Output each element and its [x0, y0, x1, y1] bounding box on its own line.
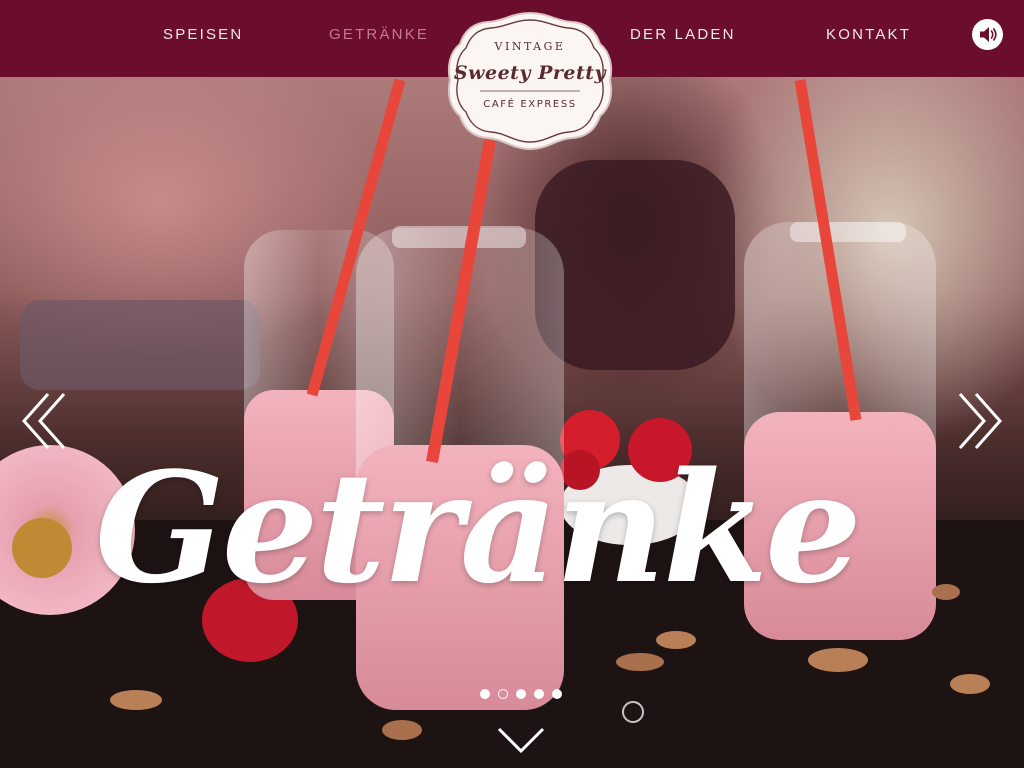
brand-logo[interactable]: VINTAGE Sweety Pretty CAFÉ EXPRESS: [444, 10, 616, 152]
nav-kontakt[interactable]: KONTAKT: [826, 26, 911, 46]
slider-dot[interactable]: [534, 689, 544, 699]
hero-headline: Getränke: [95, 438, 862, 617]
slider-dot[interactable]: [516, 689, 526, 699]
nav-getraenke[interactable]: GETRÄNKE: [329, 26, 429, 46]
nav-der-laden[interactable]: DER LADEN: [630, 26, 736, 46]
double-chevron-left-icon: [21, 393, 66, 449]
next-slide-button[interactable]: [954, 390, 1006, 452]
speaker-icon: [980, 27, 997, 42]
logo-vintage-text: VINTAGE: [494, 40, 566, 53]
nav-speisen[interactable]: SPEISEN: [163, 26, 243, 46]
autoplay-indicator[interactable]: [622, 701, 644, 723]
sound-toggle-button[interactable]: [972, 19, 1003, 50]
scroll-down-button[interactable]: [496, 724, 546, 756]
slider-dot[interactable]: [552, 689, 562, 699]
previous-slide-button[interactable]: [18, 390, 70, 452]
chevron-down-icon: [497, 727, 545, 754]
double-chevron-right-icon: [958, 393, 1003, 449]
logo-brand-name: Sweety Pretty: [453, 62, 607, 84]
logo-cafe-text: CAFÉ EXPRESS: [483, 99, 577, 110]
slider-dot[interactable]: [498, 689, 508, 699]
slider-dot[interactable]: [480, 689, 490, 699]
